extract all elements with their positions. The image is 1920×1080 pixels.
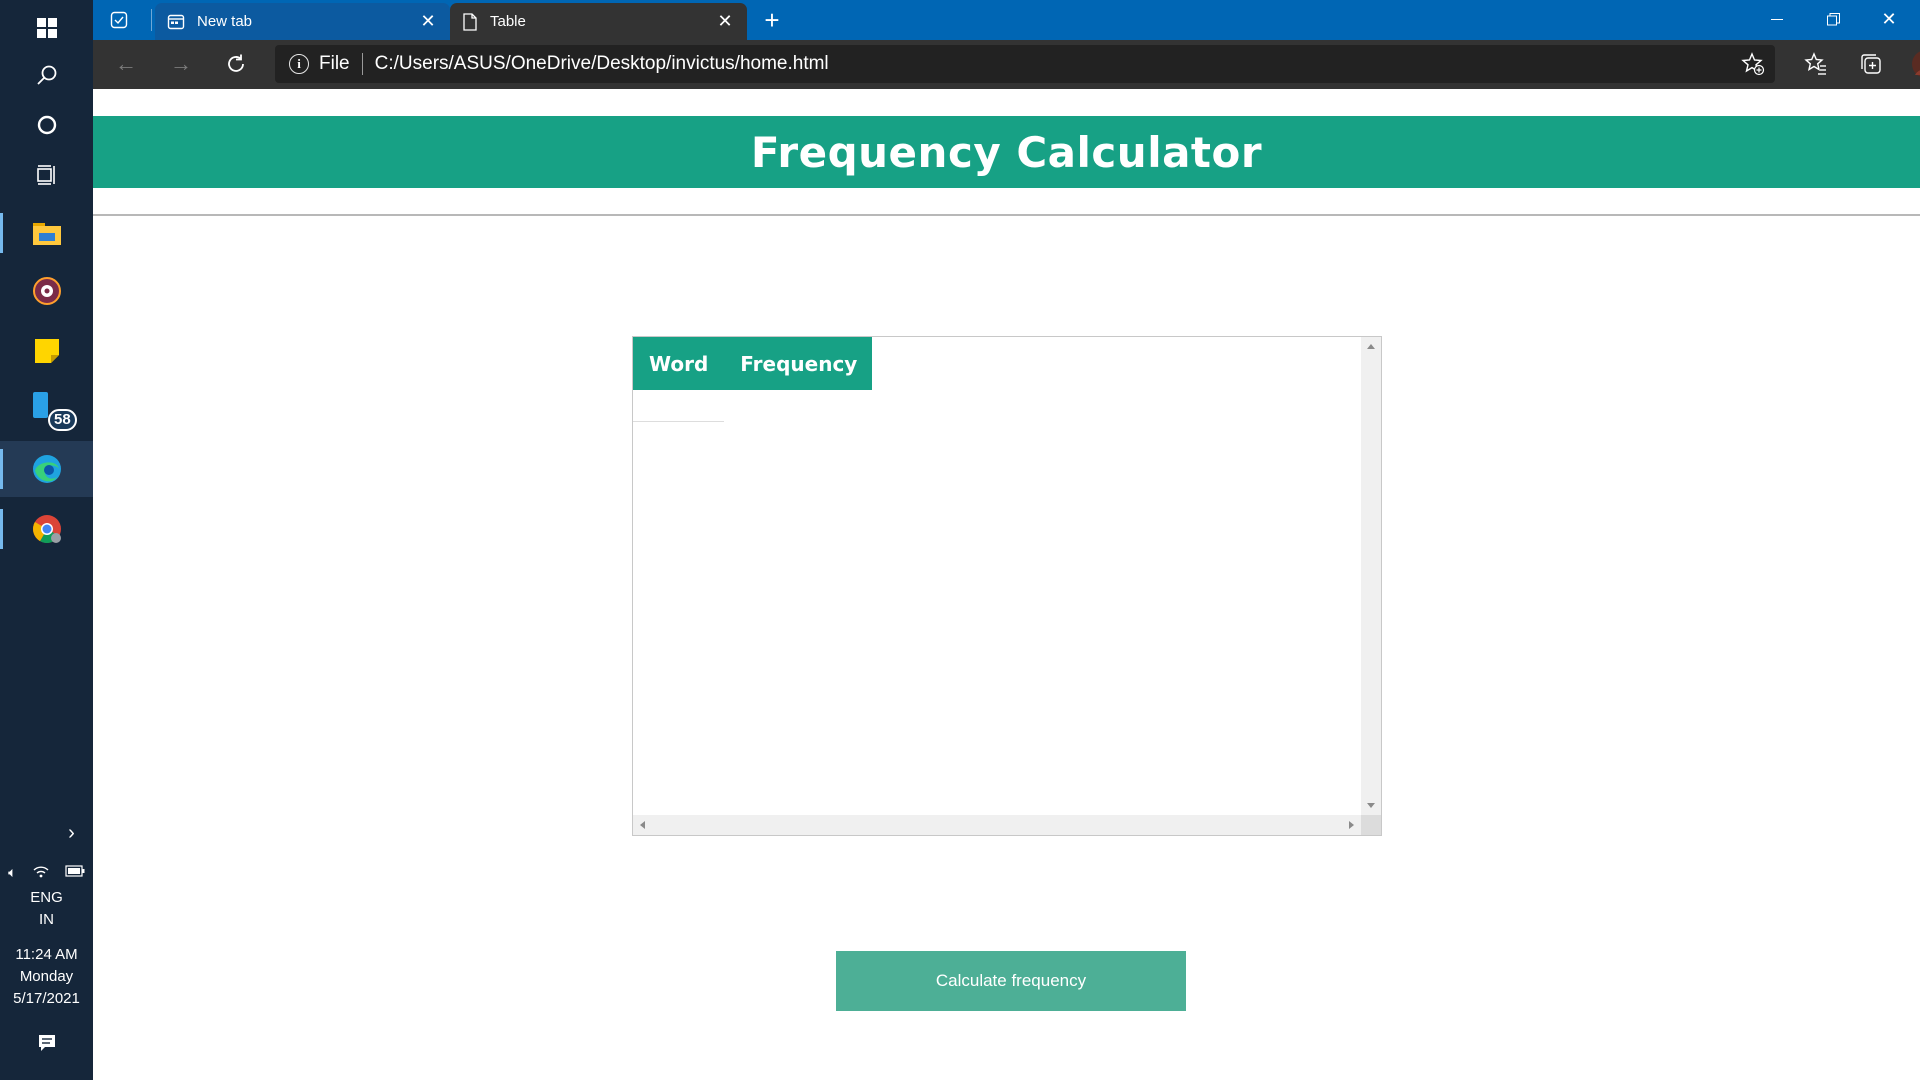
clock-day: Monday xyxy=(19,968,74,985)
vertical-scrollbar[interactable] xyxy=(1361,337,1381,815)
show-hidden-icons-button[interactable]: › xyxy=(0,813,93,853)
site-scheme-label: File xyxy=(319,53,350,74)
tab-actions-button[interactable] xyxy=(107,8,131,32)
close-icon[interactable]: ✕ xyxy=(715,11,735,32)
wifi-icon[interactable] xyxy=(33,864,49,881)
cortana-button[interactable] xyxy=(0,97,93,153)
chrome-icon xyxy=(32,515,61,543)
scroll-right-icon[interactable] xyxy=(1349,821,1354,829)
cortana-icon xyxy=(37,115,56,135)
add-favorite-icon[interactable] xyxy=(1741,52,1765,82)
scrollbar-corner xyxy=(1361,815,1381,835)
restore-icon xyxy=(1826,12,1840,25)
forward-button[interactable]: → xyxy=(162,45,200,83)
page-title: Frequency Calculator xyxy=(750,127,1263,177)
media-app-icon xyxy=(32,277,61,305)
scroll-up-icon[interactable] xyxy=(1367,344,1375,349)
file-explorer-icon xyxy=(32,223,61,245)
collections-button[interactable] xyxy=(1851,45,1891,83)
task-view-icon xyxy=(36,165,55,185)
region-code: IN xyxy=(39,911,54,928)
search-button[interactable] xyxy=(0,47,93,103)
restore-button[interactable] xyxy=(1805,0,1861,38)
horizontal-rule xyxy=(93,214,1920,216)
chevron-right-icon: › xyxy=(68,821,75,844)
avatar xyxy=(1912,51,1920,77)
tab-title: New tab xyxy=(197,13,253,30)
table-header-row: Word Frequency xyxy=(633,337,873,390)
address-separator xyxy=(361,53,363,75)
scroll-left-icon[interactable] xyxy=(640,821,645,829)
close-icon[interactable]: ✕ xyxy=(418,11,438,32)
tab-divider xyxy=(151,9,152,31)
taskbar-media-app[interactable] xyxy=(0,263,93,319)
favorites-icon xyxy=(1804,52,1826,75)
language-code: ENG xyxy=(30,889,63,906)
arrow-right-icon: → xyxy=(170,51,192,76)
favorites-button[interactable] xyxy=(1796,45,1836,83)
search-icon xyxy=(36,65,56,85)
tab-actions-icon xyxy=(110,11,128,29)
scroll-down-icon[interactable] xyxy=(1367,803,1375,808)
url-text[interactable]: C:/Users/ASUS/OneDrive/Desktop/invictus/… xyxy=(375,53,829,75)
minimize-icon xyxy=(1771,18,1783,20)
browser-toolbar: ← → i File C:/Users/ASUS/OneDrive/Deskto… xyxy=(93,40,1920,89)
column-header-frequency: Frequency xyxy=(724,337,873,390)
taskbar-sticky-notes[interactable] xyxy=(0,323,93,379)
back-button[interactable]: ← xyxy=(107,45,145,83)
volume-icon[interactable]: 🔈︎ xyxy=(8,864,16,881)
minimize-button[interactable] xyxy=(1749,0,1805,38)
edge-icon xyxy=(32,455,61,483)
new-tab-button[interactable]: + xyxy=(757,4,787,35)
system-tray-icons: 🔈︎ xyxy=(0,862,93,882)
address-bar[interactable]: i File C:/Users/ASUS/OneDrive/Desktop/in… xyxy=(275,45,1775,83)
close-icon: ✕ xyxy=(1881,8,1897,29)
table-scroll-container[interactable]: Word Frequency xyxy=(632,336,1382,836)
windows-start-icon xyxy=(36,18,57,38)
close-window-button[interactable]: ✕ xyxy=(1861,0,1917,38)
profile-button[interactable] xyxy=(1906,45,1920,83)
windows-taskbar: 58 › 🔈︎ ENG IN 11:24 AM Monday 5/17/2021 xyxy=(0,0,93,1080)
browser-title-bar: New tab ✕ Table ✕ + ✕ xyxy=(93,0,1920,40)
action-center-button[interactable] xyxy=(0,1018,93,1068)
refresh-icon xyxy=(228,54,244,72)
web-page: Frequency Calculator Word Frequency Calc… xyxy=(93,89,1920,1080)
horizontal-scrollbar[interactable] xyxy=(633,815,1361,835)
clock-time: 11:24 AM xyxy=(15,946,78,963)
notification-badge: 58 xyxy=(48,409,77,431)
taskbar-file-explorer[interactable] xyxy=(0,205,93,261)
empty-row xyxy=(633,421,724,422)
frequency-table: Word Frequency xyxy=(633,337,873,390)
plus-icon: + xyxy=(764,4,780,35)
taskbar-chrome[interactable] xyxy=(0,501,93,557)
arrow-left-icon: ← xyxy=(115,51,137,76)
tab-table[interactable]: Table ✕ xyxy=(450,3,747,40)
taskbar-phone-app[interactable]: 58 xyxy=(0,381,93,437)
collections-icon xyxy=(1861,54,1881,74)
input-language[interactable]: ENG IN xyxy=(0,887,93,931)
clock[interactable]: 11:24 AM Monday 5/17/2021 xyxy=(0,944,93,1010)
task-view-button[interactable] xyxy=(0,147,93,203)
taskbar-edge[interactable] xyxy=(0,441,93,497)
notification-icon xyxy=(38,1035,55,1051)
new-tab-page-icon xyxy=(167,14,185,29)
column-header-word: Word xyxy=(633,337,725,390)
tab-title: Table xyxy=(490,13,526,30)
sticky-notes-icon xyxy=(34,339,59,363)
document-icon xyxy=(463,12,477,31)
calculate-frequency-button[interactable]: Calculate frequency xyxy=(836,951,1186,1011)
header-banner: Frequency Calculator xyxy=(93,116,1920,188)
battery-icon[interactable] xyxy=(65,864,85,880)
clock-date: 5/17/2021 xyxy=(13,990,80,1007)
tab-new-tab[interactable]: New tab ✕ xyxy=(155,3,450,40)
refresh-button[interactable] xyxy=(217,45,255,83)
info-icon[interactable]: i xyxy=(289,54,309,74)
